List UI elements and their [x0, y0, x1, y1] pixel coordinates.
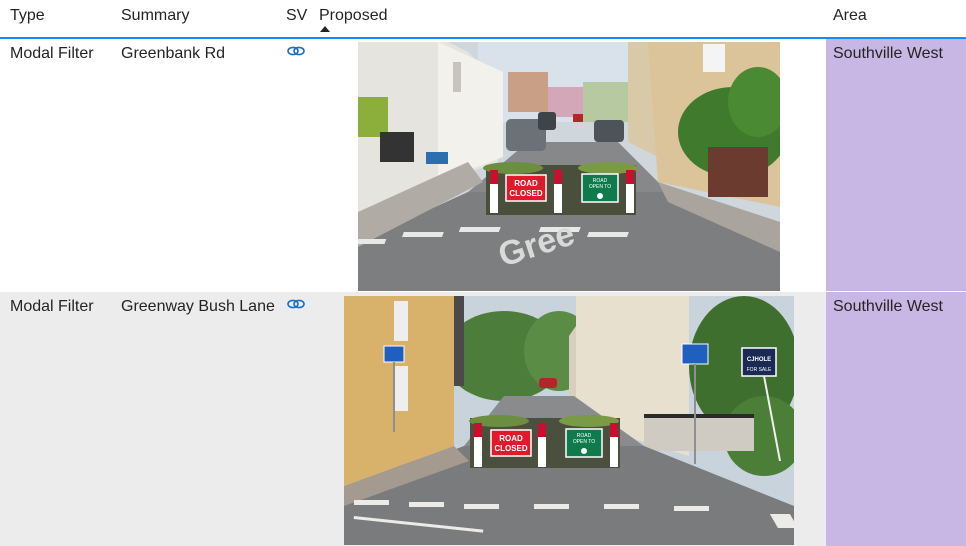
sign-road-closed-line1: ROAD — [514, 179, 538, 188]
type-cell: Modal Filter — [10, 298, 94, 315]
type-cell: Modal Filter — [10, 45, 94, 62]
estate-sign-line2: FOR SALE — [747, 367, 772, 373]
area-cell: Southville West — [826, 39, 966, 291]
column-header-proposed[interactable]: Proposed — [319, 7, 388, 25]
proposed-photo: Gree ROAD CLOSED ROAD OPEN TO — [358, 42, 780, 291]
area-cell: Southville West — [826, 292, 966, 546]
sign-open-line2: OPEN TO — [573, 439, 595, 445]
area-label: Southville West — [833, 298, 943, 315]
sign-road-closed-line2: CLOSED — [494, 444, 528, 453]
sort-ascending-icon — [320, 26, 330, 32]
proposed-photo: CJHOLE FOR SALE ROAD CLOSED ROAD OPEN TO — [344, 296, 794, 545]
estate-sign-line1: CJHOLE — [747, 357, 771, 363]
column-header-type[interactable]: Type — [10, 7, 45, 25]
summary-cell: Greenway Bush Lane — [121, 298, 275, 315]
table-row[interactable]: Modal Filter Greenbank Rd Gree ROAD CLOS… — [0, 39, 966, 291]
street-view-link-icon[interactable] — [287, 298, 305, 310]
table-header: Type Summary SV Proposed Area — [0, 0, 966, 38]
column-header-sv[interactable]: SV — [286, 7, 307, 25]
sign-open-line2: OPEN TO — [589, 184, 611, 190]
summary-cell: Greenbank Rd — [121, 45, 226, 62]
table-row[interactable]: Modal Filter Greenway Bush Lane CJHOLE F… — [0, 292, 966, 546]
area-label: Southville West — [833, 45, 943, 62]
street-view-link-icon[interactable] — [287, 45, 305, 57]
column-header-area[interactable]: Area — [833, 7, 867, 25]
sign-road-closed-line1: ROAD — [499, 434, 523, 443]
sign-road-closed-line2: CLOSED — [509, 189, 543, 198]
column-header-summary[interactable]: Summary — [121, 7, 189, 25]
